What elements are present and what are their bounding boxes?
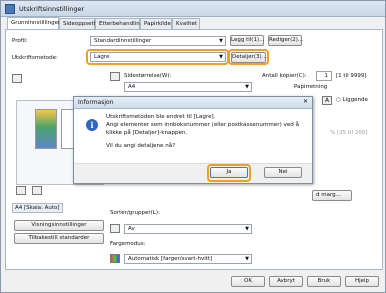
layout-icon[interactable]	[12, 74, 22, 83]
info-icon: i	[86, 119, 98, 131]
landscape-icon: A	[322, 96, 332, 105]
window-title: Utskriftsinnstillinger	[19, 5, 85, 13]
preview-scale-label: A4 [Skala: Auto]	[12, 203, 63, 213]
view-settings-button[interactable]: Visningsinnstillinger	[14, 220, 104, 231]
copies-range: [1 til 9999]	[336, 73, 367, 79]
close-icon[interactable]: ✕	[303, 98, 308, 105]
profile-label: Profil:	[12, 38, 28, 44]
preview-page-image	[35, 109, 57, 149]
profile-value: Standardinnstillinger	[94, 38, 152, 44]
chevron-down-icon: ▼	[219, 38, 223, 44]
orientation-label: Papirretning	[294, 84, 328, 90]
page-size-select[interactable]: A4 ▼	[124, 82, 252, 92]
edit-profile-button[interactable]: Rediger(2)...	[268, 35, 303, 46]
information-dialog: Informasjon ✕ i Utskriftsmetoden ble end…	[73, 96, 313, 184]
sort-icon	[110, 224, 120, 233]
output-method-select[interactable]: Lagre ▼	[90, 52, 226, 62]
color-mode-label: Fargemodus:	[110, 241, 146, 247]
page-size-label: Sidestørrelse(W):	[124, 73, 172, 79]
view-icon[interactable]	[16, 186, 26, 195]
margin-button[interactable]: d marg...	[312, 190, 352, 201]
cancel-button[interactable]: Avbryt	[269, 276, 303, 287]
add-profile-button[interactable]: Legg til(1)...	[230, 35, 264, 46]
printer-icon	[5, 4, 15, 14]
dialog-question: Vil du angi detaljene nå?	[106, 143, 176, 149]
dialog-message-line3: klikke på [Detaljer]-knappen.	[106, 130, 188, 136]
dialog-footer: Ja Nei	[74, 163, 312, 183]
chevron-down-icon: ▼	[245, 226, 249, 232]
scale-range: % [25 til 200]	[330, 130, 368, 136]
dialog-message-line1: Utskriftsmetoden ble endret til [Lagre].	[106, 114, 216, 120]
color-mode-select[interactable]: Automatisk [farger/svart-hvitt] ▼	[124, 254, 252, 264]
chevron-down-icon: ▼	[245, 84, 249, 90]
tab-page-setup[interactable]: Sideoppsett	[59, 18, 96, 29]
chevron-down-icon: ▼	[219, 54, 223, 60]
sort-value: Av	[128, 226, 135, 232]
details-button[interactable]: Detaljer(3)...	[231, 52, 267, 63]
dialog-message-line2: Angi elementer som innboksnummer (eller …	[106, 122, 300, 128]
sort-select[interactable]: Av ▼	[124, 224, 252, 234]
color-mode-value: Automatisk [farger/svart-hvitt]	[128, 256, 213, 262]
copies-input[interactable]: 1	[316, 71, 332, 81]
output-method-label: Utskriftsmetode:	[12, 55, 58, 61]
output-method-value: Lagre	[94, 54, 110, 60]
landscape-radio[interactable]: ○ Liggende	[336, 97, 368, 103]
page-size-icon	[110, 72, 120, 81]
title-bar: Utskriftsinnstillinger	[1, 1, 385, 17]
chevron-down-icon: ▼	[245, 256, 249, 262]
print-settings-window: Utskriftsinnstillinger Grunninnstillinge…	[0, 0, 386, 293]
ok-button[interactable]: OK	[231, 276, 265, 287]
apply-button[interactable]: Bruk	[307, 276, 341, 287]
tab-quality[interactable]: Kvalitet	[172, 18, 200, 29]
staple-icon[interactable]	[32, 186, 42, 195]
help-button[interactable]: Hjelp	[345, 276, 379, 287]
tab-basic-settings[interactable]: Grunninnstillinger	[7, 17, 60, 29]
restore-defaults-button[interactable]: Tilbakestill standarder	[14, 233, 104, 244]
page-size-value: A4	[128, 84, 136, 90]
yes-button[interactable]: Ja	[210, 167, 248, 178]
profile-select[interactable]: Standardinnstillinger ▼	[90, 36, 226, 46]
dialog-title: Informasjon	[78, 99, 114, 106]
sort-label: Sorter/grupper(L):	[110, 210, 160, 216]
copies-label: Antall kopier(C):	[262, 73, 307, 79]
color-mode-icon	[110, 254, 120, 263]
tab-paper-source[interactable]: Papirkilde	[140, 18, 172, 29]
tab-finishing[interactable]: Etterbehandling	[95, 18, 143, 29]
dialog-title-bar: Informasjon ✕	[74, 97, 312, 109]
no-button[interactable]: Nei	[264, 167, 302, 178]
landscape-label: Liggende	[342, 97, 368, 103]
